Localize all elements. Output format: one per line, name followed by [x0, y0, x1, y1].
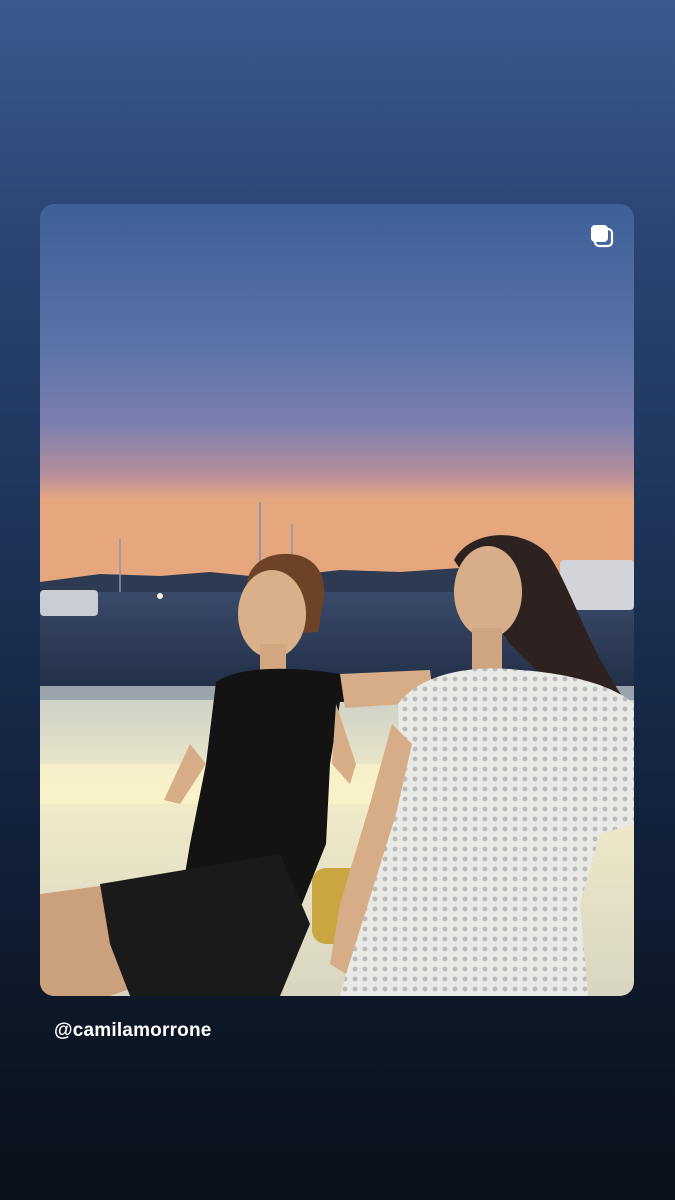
story-post-card[interactable]: [40, 204, 634, 996]
sky: [40, 204, 634, 604]
boat-left: [40, 590, 98, 616]
post-photo: [40, 204, 634, 996]
multiple-posts-icon[interactable]: [588, 222, 616, 250]
mention-username[interactable]: @camilamorrone: [54, 1020, 212, 1042]
boat-light: [157, 593, 163, 599]
story-screen: { "story": { "mention": "@camilamorrone"…: [0, 0, 675, 1200]
